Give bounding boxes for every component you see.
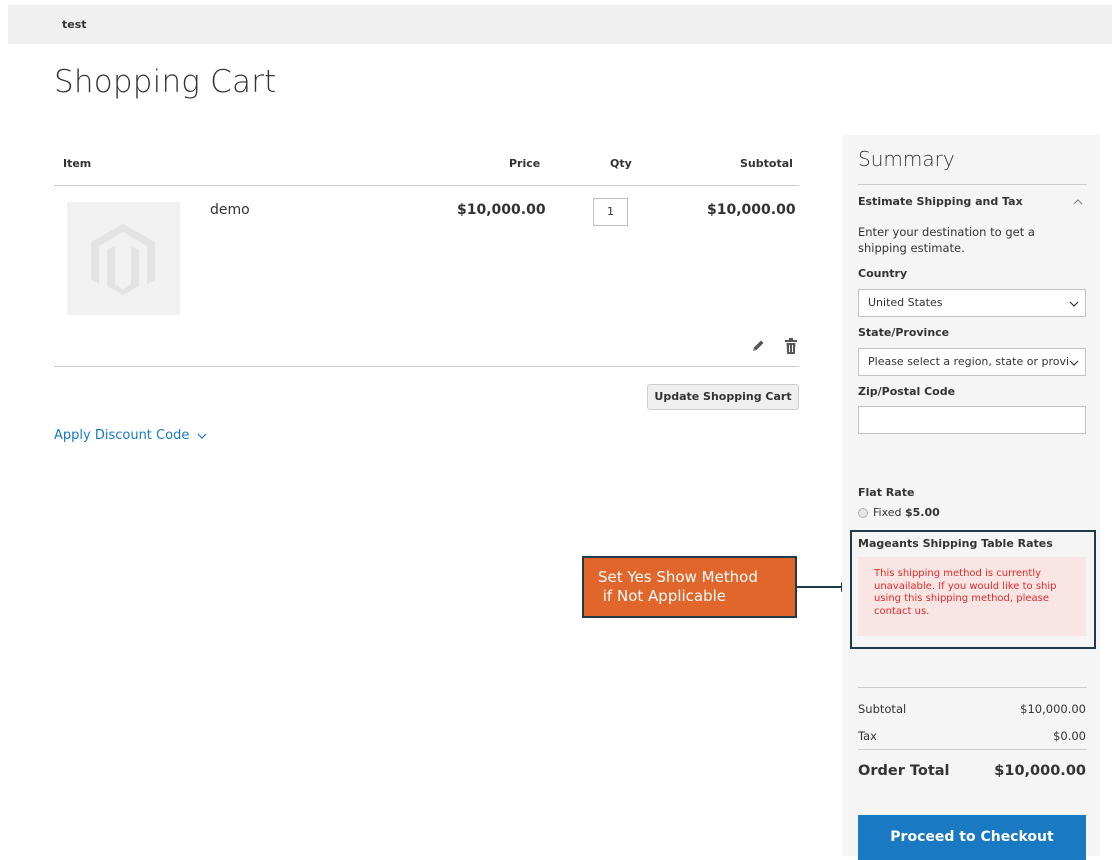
qty-input[interactable]: 1 [593,198,628,226]
country-select-value: United States [868,296,943,309]
flat-rate-price: $5.00 [905,506,940,519]
totals-divider [858,687,1087,688]
item-subtotal: $10,000.00 [707,202,796,218]
subtotal-value: $10,000.00 [1020,702,1086,716]
apply-discount-toggle[interactable]: Apply Discount Code [54,428,207,443]
chevron-down-icon [1069,360,1079,366]
page-title: Shopping Cart [54,64,277,100]
annotation-callout: Set Yes Show Method if Not Applicable [582,556,797,618]
country-select[interactable]: United States [858,289,1086,317]
flat-rate-radio[interactable] [858,508,868,518]
estimate-shipping-title[interactable]: Estimate Shipping and Tax [858,195,1023,208]
cart-items-divider [54,366,799,367]
summary-divider [858,184,1087,185]
chevron-down-icon [1069,301,1079,307]
flat-rate-title: Flat Rate [858,486,915,499]
callout-line-2: if Not Applicable [598,587,727,605]
column-header-subtotal: Subtotal [740,157,793,170]
table-header-divider [54,185,799,186]
mageants-method-title: Mageants Shipping Table Rates [858,537,1053,550]
order-total-divider [858,749,1087,750]
proceed-to-checkout-button[interactable]: Proceed to Checkout [858,815,1086,860]
store-name[interactable]: test [62,18,87,31]
order-total-label: Order Total [858,763,950,779]
estimate-description: Enter your destination to get a shipping… [858,225,1035,255]
method-unavailable-message: This shipping method is currently unavai… [858,557,1086,636]
column-header-item: Item [63,157,92,170]
pencil-icon[interactable] [750,338,766,354]
zip-label: Zip/Postal Code [858,385,956,398]
apply-discount-label: Apply Discount Code [54,428,190,443]
chevron-up-icon[interactable] [1073,197,1083,207]
order-total-value: $10,000.00 [994,763,1086,779]
product-name[interactable]: demo [210,202,250,218]
chevron-down-icon [197,433,207,439]
summary-title: Summary [858,147,955,171]
state-select-value: Please select a region, state or provinc… [868,355,1068,368]
subtotal-label: Subtotal [858,702,907,716]
zip-input[interactable] [858,406,1086,434]
tax-label: Tax [858,729,877,743]
item-price: $10,000.00 [457,202,546,218]
product-thumbnail[interactable] [67,202,180,315]
state-select[interactable]: Please select a region, state or provinc… [858,348,1086,376]
callout-line-1: Set Yes Show Method [598,568,758,586]
state-label: State/Province [858,326,950,339]
column-header-qty: Qty [610,157,632,170]
tax-value: $0.00 [1053,729,1086,743]
country-label: Country [858,267,908,280]
update-cart-button[interactable]: Update Shopping Cart [647,384,799,410]
trash-icon[interactable] [783,337,799,355]
column-header-price: Price [509,157,541,170]
store-header-bar: test [8,5,1112,44]
magento-logo-icon [91,224,155,295]
flat-rate-option-label[interactable]: Fixed [873,506,902,519]
